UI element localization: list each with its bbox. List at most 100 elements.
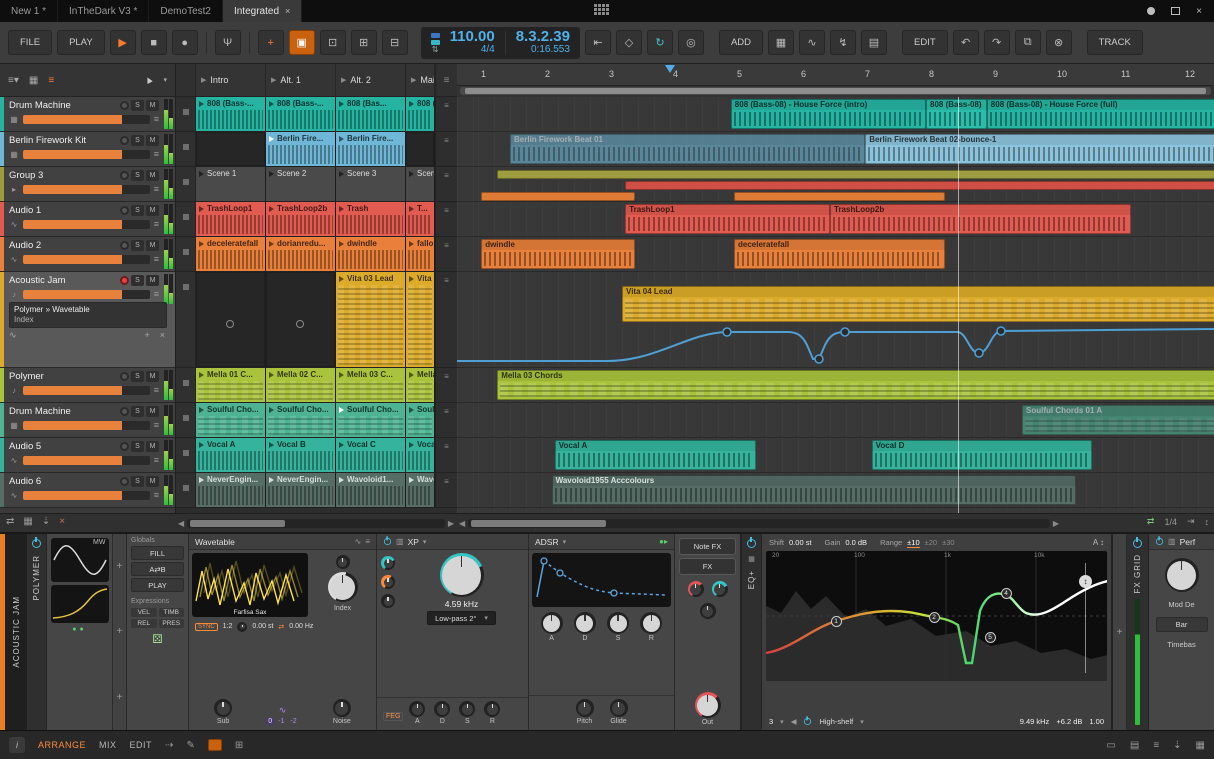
mappings-icon[interactable]: ≡ (1153, 740, 1159, 751)
clip-cell[interactable]: Vita 0 (406, 272, 435, 367)
position-value[interactable]: 8.3.2.39 (516, 29, 570, 45)
clip-play-icon[interactable] (269, 476, 274, 483)
clip-cell[interactable]: dwindle (336, 237, 406, 271)
file-button[interactable]: FILE (8, 30, 53, 55)
clip-stop-button[interactable] (176, 237, 196, 271)
chevron-down-icon[interactable]: ▾ (423, 538, 427, 546)
scroll-right-icon[interactable]: ▶ (1053, 519, 1059, 528)
volume-slider[interactable] (23, 385, 150, 395)
polymer-device-header[interactable]: POLYMER (27, 534, 47, 730)
track-list-menu-icon[interactable]: ≡▾ (8, 75, 19, 86)
clip-cell[interactable]: TrashLoop2b (266, 202, 336, 236)
volume-slider[interactable] (23, 114, 150, 124)
duplicate-icon[interactable]: ⧉ (1014, 30, 1041, 55)
clip-play-icon[interactable] (409, 476, 414, 483)
eq-band-q[interactable]: 1.00 (1089, 717, 1104, 726)
mute-button[interactable]: M (146, 100, 159, 111)
display-profile-icon[interactable]: ▭ (1106, 740, 1115, 751)
sync-ratio[interactable]: 1:2 (223, 623, 233, 630)
track-button[interactable]: TRACK (1086, 30, 1143, 55)
clip-cell[interactable]: Scene 1 (196, 167, 266, 201)
clip-stop-button[interactable] (176, 97, 196, 131)
arrange-view-button[interactable]: ARRANGE (38, 740, 86, 750)
device-power-icon[interactable] (747, 537, 756, 548)
octave-button[interactable]: 0 (266, 718, 275, 725)
time-value[interactable]: 0:16.553 (531, 45, 570, 56)
preset-name[interactable]: Farfisa Sax (192, 609, 308, 616)
fill-button[interactable]: FILL (131, 546, 184, 560)
env-title[interactable]: ADSR (535, 537, 559, 547)
collapse-icon[interactable]: ⇣ (42, 516, 50, 527)
solo-button[interactable]: S (131, 205, 144, 216)
track-clip-menu-icon[interactable]: ≡ (435, 473, 457, 507)
clip-stop-button[interactable] (176, 403, 196, 437)
mix-view-button[interactable]: MIX (99, 740, 117, 750)
track-row[interactable]: Drum Machine S M ▦ ≡ (0, 97, 175, 132)
clip-play-icon[interactable] (199, 371, 204, 378)
clip-cell[interactable]: Wavoloid1... (336, 473, 406, 507)
vertical-zoom-icon[interactable]: ↕ (1205, 517, 1210, 527)
arranger-clip[interactable]: dwindle (481, 239, 635, 269)
monitor-button[interactable] (120, 407, 129, 416)
index-knob[interactable] (327, 572, 358, 602)
clip-play-icon[interactable] (199, 441, 204, 448)
playstart-marker[interactable] (665, 65, 675, 73)
arranger-clip[interactable]: Soulful Chords 01 A (1022, 405, 1214, 435)
clip-cell[interactable]: Soulful Cho... (196, 403, 266, 437)
mute-button[interactable]: M (146, 240, 159, 251)
record-arm-button[interactable] (120, 276, 129, 285)
clip-cell[interactable]: 808 ( (406, 97, 435, 131)
clip-cell[interactable]: Soulf (406, 403, 435, 437)
volume-slider[interactable] (23, 219, 150, 229)
auto-gain-icon[interactable]: A ↕ (1093, 538, 1104, 547)
clip-play-icon[interactable] (339, 406, 344, 413)
clip-play-icon[interactable] (409, 275, 414, 282)
chevron-down-icon[interactable]: ▾ (780, 718, 784, 726)
clip-cell[interactable]: Vocal (406, 438, 435, 472)
track-row[interactable]: Group 3 S M ▸ ≡ (0, 167, 175, 202)
filter-drive-knob[interactable] (381, 556, 395, 570)
track-row[interactable]: Acoustic Jam S M ♪ ≡ Polymer » Wavetable Index… (0, 272, 175, 368)
empty-clip-slot[interactable] (196, 132, 266, 166)
expression-label[interactable]: TIMB (158, 608, 184, 617)
audio-engine-icon[interactable]: Ψ (214, 30, 241, 55)
sub-knob[interactable] (214, 699, 233, 717)
clip-cell[interactable]: NeverEngin... (266, 473, 336, 507)
window-tab[interactable]: Integrated × (222, 0, 303, 22)
clip-cell[interactable]: 808 (Bass-... (196, 97, 266, 131)
filter-mode-select[interactable]: Low-pass 2° ▾ (427, 611, 496, 625)
project-panel-icon[interactable]: ▤ (1130, 740, 1139, 751)
track-row[interactable]: Audio 1 S M ∿ ≡ (0, 202, 175, 237)
scene-play-icon[interactable]: ▶ (411, 76, 416, 84)
env-knob-a[interactable] (540, 612, 563, 634)
scene-play-icon[interactable]: ▶ (341, 76, 346, 84)
bar-button[interactable]: Bar (1155, 617, 1208, 632)
grid-icon[interactable]: ⊞ (235, 740, 243, 751)
menu-icon[interactable]: ≡ (365, 537, 370, 546)
arranger-clip[interactable] (734, 192, 946, 201)
eq-range-option[interactable]: ±30 (942, 538, 954, 548)
grid-plus-button[interactable]: ⊞ (350, 30, 377, 55)
fx-tab-button[interactable]: FX (679, 558, 736, 575)
track-menu-icon[interactable]: ≡ (154, 385, 159, 395)
arranger-track-lane[interactable]: Vocal A Vocal D (457, 438, 1214, 473)
volume-slider[interactable] (23, 455, 150, 465)
clip-stop-button[interactable] (176, 132, 196, 166)
arranger-clip[interactable]: 808 (Bass-08) (926, 99, 987, 129)
solo-button[interactable]: S (131, 371, 144, 382)
clip-cell[interactable]: Berlin Fire... (266, 132, 336, 166)
clip-play-icon[interactable] (339, 275, 344, 282)
scene-header-cell[interactable]: ▶ Alt. 1 (266, 64, 336, 96)
track-row[interactable]: Berlin Firework Kit S M ▦ ≡ (0, 132, 175, 167)
clip-play-icon[interactable] (199, 476, 204, 483)
clip-play-icon[interactable] (199, 406, 204, 413)
expression-label[interactable]: REL (131, 619, 157, 628)
gain-value[interactable]: 0.0 dB (845, 538, 867, 547)
track-menu-icon[interactable]: ≡ (154, 289, 159, 299)
feg-knob-s[interactable] (459, 701, 476, 717)
octave-button[interactable]: -1 (276, 718, 286, 725)
arranger-track-lane[interactable]: TrashLoop1 TrashLoop2b (457, 202, 1214, 237)
clip-cell[interactable]: Scene 2 (266, 167, 336, 201)
clip-cell[interactable]: Scen (406, 167, 435, 201)
add-button[interactable]: ADD (718, 30, 763, 55)
